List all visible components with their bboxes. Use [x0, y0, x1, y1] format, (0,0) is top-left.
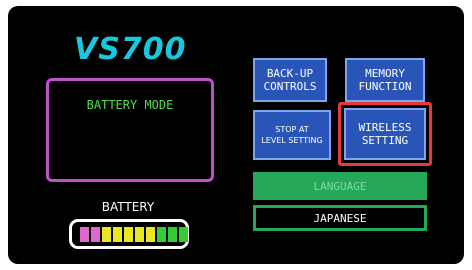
- control-screen: VS700 BATTERY MODE BATTERY BACK-UP CONTR…: [8, 6, 464, 264]
- backup-controls-button[interactable]: BACK-UP CONTROLS: [253, 58, 327, 102]
- mode-display: BATTERY MODE: [46, 78, 214, 182]
- memory-function-label-line2: FUNCTION: [358, 80, 412, 93]
- wireless-setting-button[interactable]: WIRELESS SETTING: [344, 108, 426, 160]
- battery-cell: [157, 227, 166, 242]
- battery-cell: [113, 227, 122, 242]
- language-button[interactable]: LANGUAGE: [253, 172, 427, 200]
- battery-cell: [146, 227, 155, 242]
- battery-cell: [135, 227, 144, 242]
- battery-cell: [80, 227, 89, 242]
- battery-indicator: [69, 219, 189, 249]
- language-current-value: JAPANESE: [253, 205, 427, 231]
- battery-label: BATTERY: [101, 200, 155, 214]
- battery-cell: [168, 227, 177, 242]
- backup-controls-label-line2: CONTROLS: [263, 80, 317, 93]
- wireless-setting-label-line1: WIRELESS: [358, 121, 412, 134]
- memory-function-label-line1: MEMORY: [365, 67, 405, 80]
- backup-controls-label-line1: BACK-UP: [266, 67, 314, 80]
- wireless-setting-label-line2: SETTING: [361, 134, 409, 147]
- battery-cells: [80, 227, 188, 242]
- battery-cell: [179, 227, 188, 242]
- mode-label: BATTERY MODE: [86, 98, 174, 112]
- battery-cell: [102, 227, 111, 242]
- stop-at-level-setting-button[interactable]: STOP AT LEVEL SETTING: [253, 110, 331, 160]
- battery-cell: [91, 227, 100, 242]
- battery-cell: [124, 227, 133, 242]
- stop-at-label-line1: STOP AT: [275, 125, 309, 134]
- device-title: VS700: [74, 32, 187, 67]
- memory-function-button[interactable]: MEMORY FUNCTION: [345, 58, 425, 102]
- stop-at-label-line2: LEVEL SETTING: [261, 136, 323, 145]
